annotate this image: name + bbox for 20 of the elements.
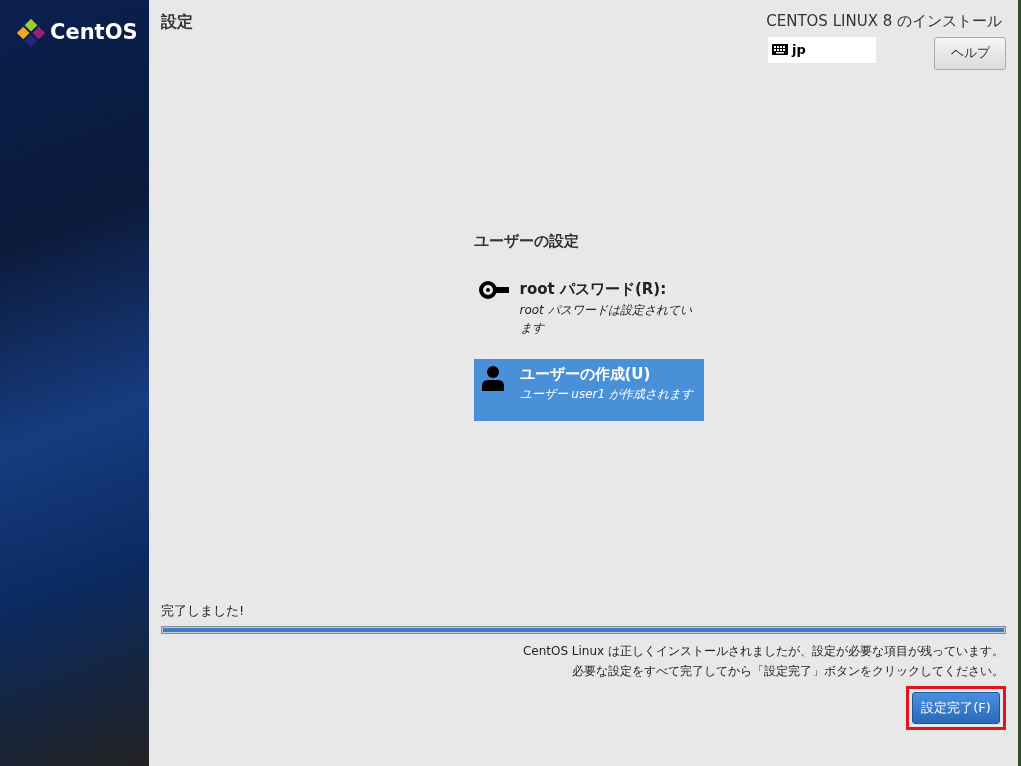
help-button[interactable]: ヘルプ bbox=[934, 36, 1006, 70]
spoke-title: root パスワード(R): bbox=[519, 279, 668, 300]
page-title: 設定 bbox=[161, 11, 193, 33]
user-icon bbox=[481, 364, 504, 391]
status-message: CentOS Linux は正しくインストールされましたが、設定が必要な項目が残っています。 bbox=[522, 643, 1004, 660]
section-title: ユーザーの設定 bbox=[473, 230, 580, 252]
status-message: 必要な設定をすべて完了してから「設定完了」ボタンをクリックしてください。 bbox=[572, 663, 1004, 680]
keyboard-layout-label: jp bbox=[792, 40, 806, 59]
logo-icon bbox=[16, 17, 46, 48]
logo-text: CentOS bbox=[50, 19, 138, 46]
spoke-status: root パスワードは設定されています bbox=[519, 301, 693, 337]
product-title: CENTOS LINUX 8 のインストール bbox=[766, 11, 1002, 32]
spoke-status: ユーザー user1 が作成されます bbox=[519, 386, 693, 403]
progress-label: 完了しました! bbox=[161, 601, 246, 620]
settings-spoke[interactable]: root パスワード(R): root パスワードは設定されています bbox=[473, 274, 704, 341]
keyboard-icon bbox=[772, 44, 788, 55]
keyboard-layout-indicator[interactable]: jp bbox=[768, 36, 876, 63]
finish-button[interactable]: 設定完了(F) bbox=[912, 692, 1000, 724]
spoke-title: ユーザーの作成(U) bbox=[519, 363, 652, 385]
key-icon bbox=[477, 280, 510, 300]
